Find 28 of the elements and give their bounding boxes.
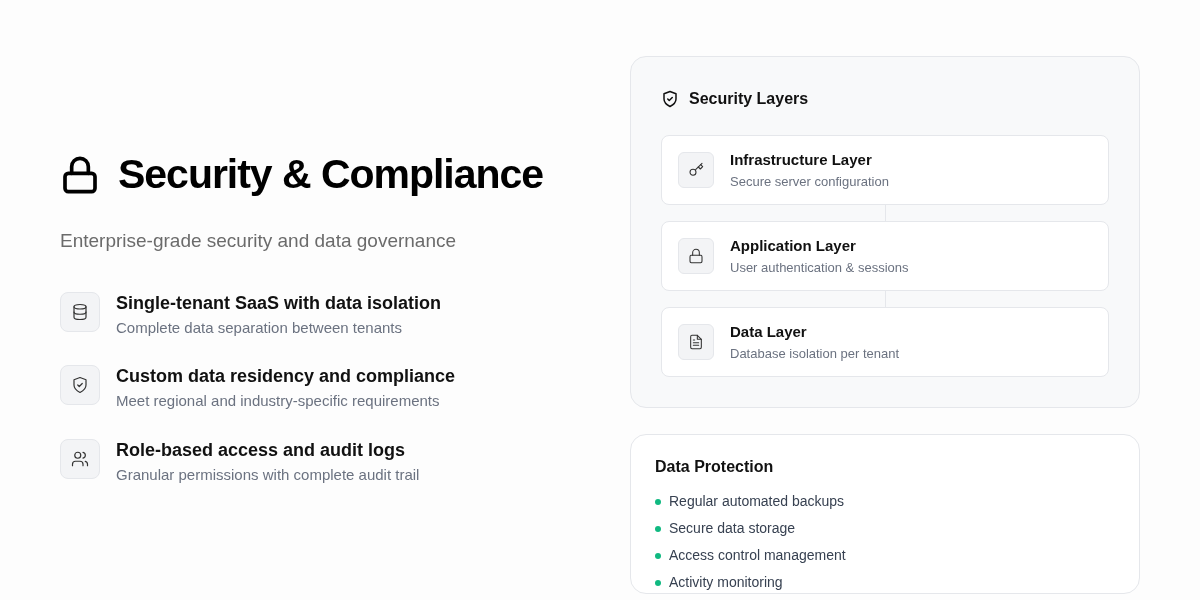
shield-check-icon <box>71 376 89 395</box>
feature-description: Complete data separation between tenants <box>116 317 404 338</box>
feature-description: Meet regional and industry-specific requirements <box>116 391 441 412</box>
page-subtitle: Enterprise-grade security and data governance <box>60 229 458 254</box>
layer-title: Data Layer <box>730 322 808 342</box>
layer-description: User authentication & sessions <box>730 258 909 277</box>
key-icon <box>688 162 704 178</box>
card-title: Data Protection <box>655 457 775 477</box>
feature-title: Single-tenant SaaS with data isolation <box>116 291 442 314</box>
database-icon <box>71 302 89 321</box>
layer-title: Infrastructure Layer <box>730 150 873 170</box>
layer-title: Application Layer <box>730 236 857 256</box>
feature-description: Granular permissions with complete audit trail <box>116 464 420 485</box>
protection-item: Access control management <box>669 546 846 565</box>
lock-icon <box>688 248 704 264</box>
layer-description: Database isolation per tenant <box>730 344 900 363</box>
lock-icon <box>60 154 100 195</box>
layer-description: Secure server configuration <box>730 172 889 191</box>
card-title: Security Layers <box>689 89 809 109</box>
feature-title: Custom data residency and compliance <box>116 365 456 388</box>
protection-item: Secure data storage <box>669 519 796 538</box>
users-icon <box>71 449 89 468</box>
protection-item: Activity monitoring <box>669 573 783 592</box>
protection-item: Regular automated backups <box>669 492 845 511</box>
feature-title: Role-based access and audit logs <box>116 438 407 461</box>
document-icon <box>688 334 704 350</box>
page-title: Security & Compliance <box>118 149 544 199</box>
shield-check-icon <box>661 90 679 108</box>
